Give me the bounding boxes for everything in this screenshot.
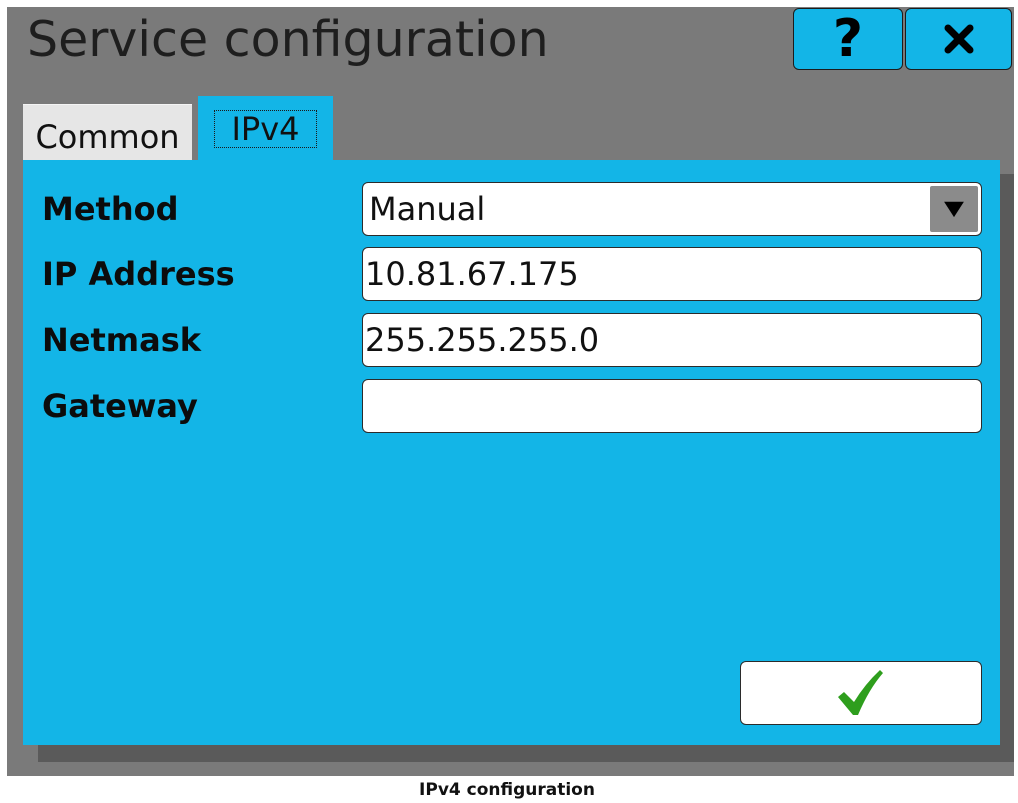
close-button[interactable] — [905, 8, 1012, 70]
dialog-title: Service configuration — [27, 11, 549, 68]
triangle-down-icon — [944, 201, 964, 218]
tab-focus-frame: Common — [34, 118, 180, 156]
tab-panel-ipv4: Method Manual IP Address Netmask Gateway — [23, 160, 1000, 745]
checkmark-icon — [838, 670, 883, 715]
method-select-value: Manual — [369, 190, 486, 228]
gateway-input[interactable] — [362, 379, 982, 433]
question-mark-icon: ? — [832, 9, 864, 69]
tab-ipv4[interactable]: IPv4 — [198, 96, 333, 162]
method-select[interactable]: Manual — [362, 182, 982, 236]
dropdown-toggle-button[interactable] — [930, 186, 978, 232]
method-label: Method — [42, 190, 179, 228]
tab-label: IPv4 — [231, 110, 300, 148]
netmask-label: Netmask — [42, 321, 202, 359]
tab-bar: Common IPv4 — [23, 96, 333, 162]
tab-common[interactable]: Common — [23, 104, 192, 160]
tab-focus-frame: IPv4 — [214, 110, 317, 148]
figure-caption: IPv4 configuration — [419, 780, 595, 800]
gateway-label: Gateway — [42, 387, 198, 425]
close-icon — [944, 24, 973, 54]
ip-address-input[interactable] — [362, 247, 982, 301]
tab-label: Common — [35, 118, 180, 156]
confirm-button[interactable] — [740, 661, 982, 725]
dialog-window: Service configuration ? Method Manual IP… — [7, 7, 1014, 776]
help-button[interactable]: ? — [793, 8, 903, 70]
netmask-input[interactable] — [362, 313, 982, 367]
ip-address-label: IP Address — [42, 255, 235, 293]
